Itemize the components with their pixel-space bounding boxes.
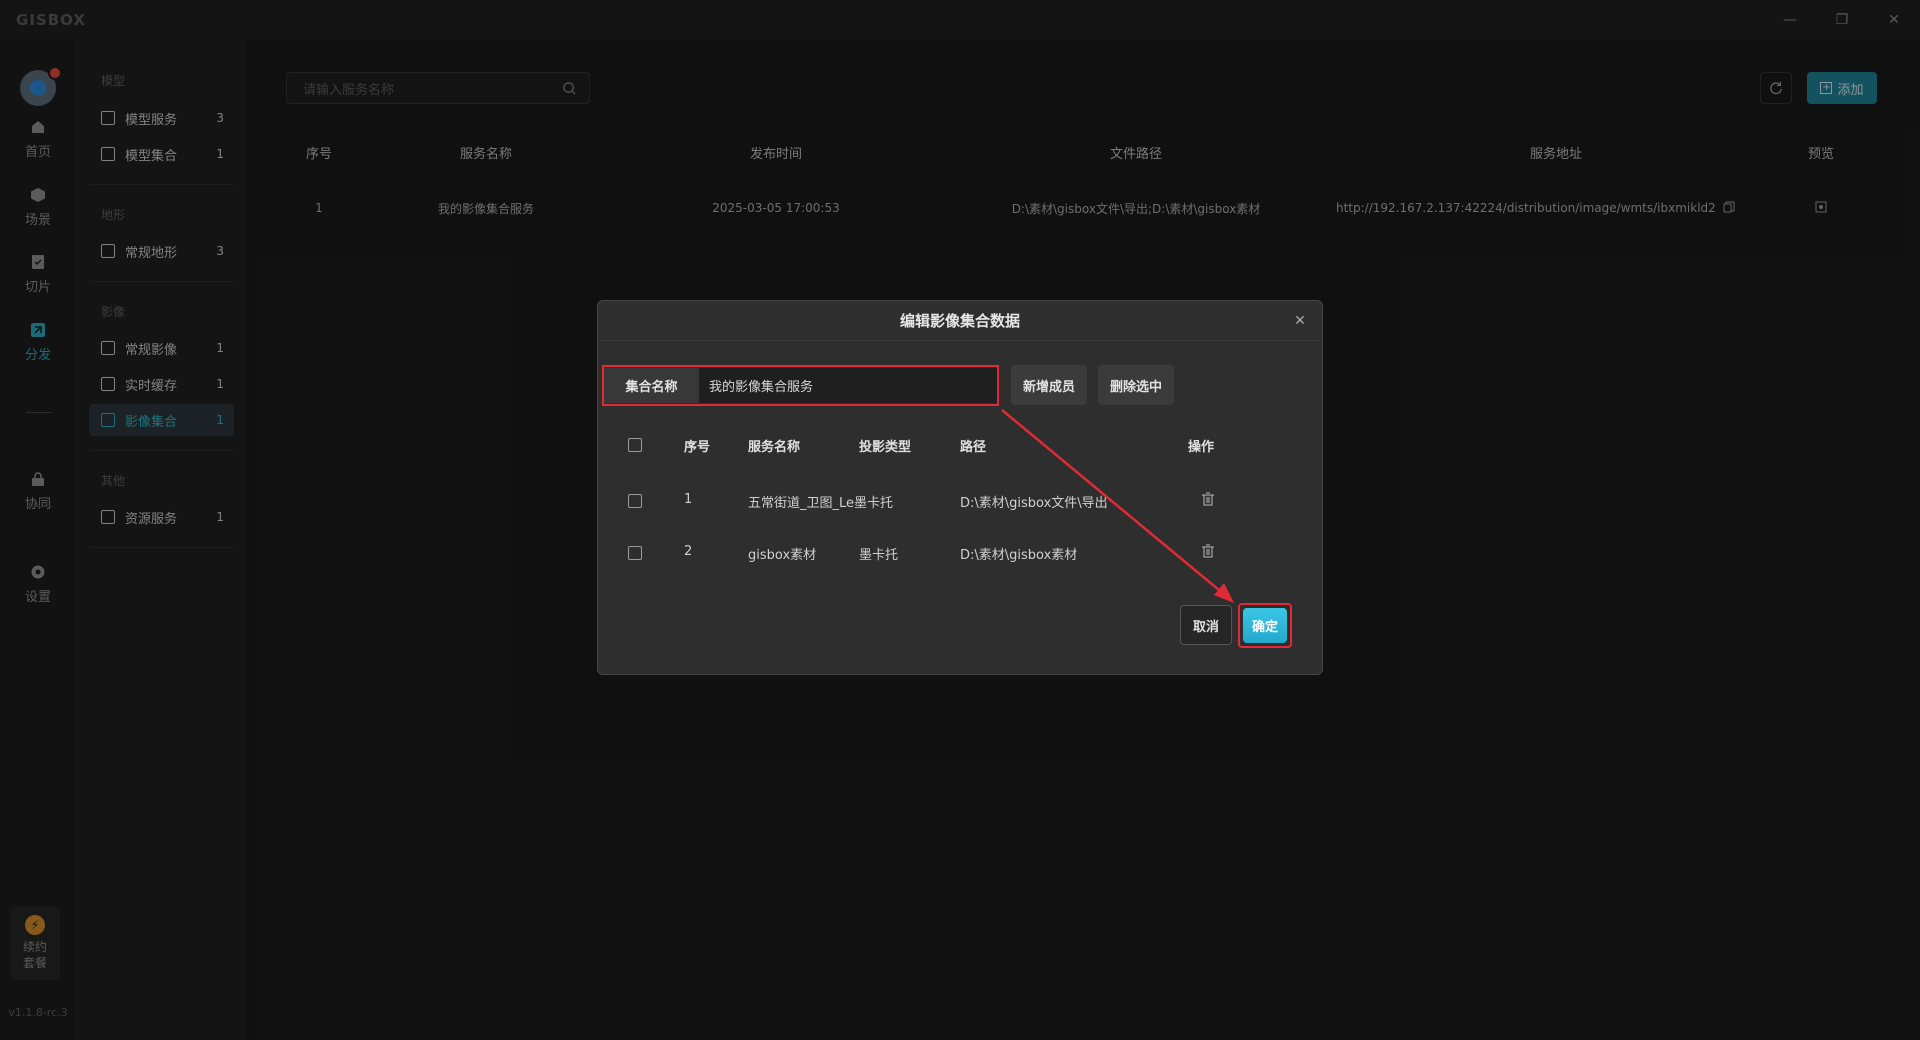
cell-service-name: gisbox素材 (748, 548, 817, 563)
edit-collection-dialog: 编辑影像集合数据 ✕ 集合名称 我的影像集合服务 新增成员 删除选中 序号 服务… (597, 300, 1323, 675)
delete-icon[interactable] (1202, 492, 1214, 506)
member-row[interactable]: 1 五常街道_卫图_Le墨卡托 D:\素材\gisbox文件\导出 (618, 481, 1218, 521)
close-icon[interactable]: ✕ (1290, 311, 1310, 331)
cell-projection: 墨卡托 (859, 548, 899, 563)
collection-name-label: 集合名称 (604, 368, 699, 403)
add-member-button[interactable]: 新增成员 (1011, 365, 1087, 405)
cell-index: 2 (684, 544, 693, 559)
confirm-highlight: 确定 (1238, 603, 1292, 648)
collection-name-field: 集合名称 我的影像集合服务 (602, 365, 999, 406)
member-row[interactable]: 2 gisbox素材 墨卡托 D:\素材\gisbox素材 (618, 533, 1218, 573)
cell-service-name: 五常街道_卫图_Le墨卡托 (748, 496, 894, 511)
col-actions: 操作 (1188, 440, 1215, 455)
collection-name-input[interactable]: 我的影像集合服务 (699, 368, 997, 403)
select-all-checkbox[interactable] (628, 438, 642, 452)
cancel-button[interactable]: 取消 (1180, 605, 1232, 645)
cell-index: 1 (684, 492, 693, 507)
col-path: 路径 (960, 440, 987, 455)
col-index: 序号 (684, 440, 711, 455)
delete-selected-button[interactable]: 删除选中 (1098, 365, 1174, 405)
dialog-title: 编辑影像集合数据 (598, 301, 1322, 341)
row-checkbox[interactable] (628, 546, 642, 560)
confirm-button[interactable]: 确定 (1243, 608, 1287, 643)
delete-icon[interactable] (1202, 544, 1214, 558)
cell-path: D:\素材\gisbox文件\导出 (960, 496, 1108, 511)
col-service-name: 服务名称 (748, 440, 801, 455)
row-checkbox[interactable] (628, 494, 642, 508)
col-projection: 投影类型 (859, 440, 912, 455)
member-table-header: 序号 服务名称 投影类型 路径 操作 (618, 425, 1218, 465)
cell-path: D:\素材\gisbox素材 (960, 548, 1078, 563)
